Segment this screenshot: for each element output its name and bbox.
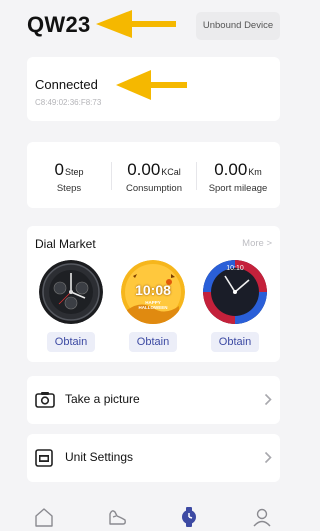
dark-dial-image — [39, 260, 103, 324]
bottom-tab-bar — [0, 500, 284, 531]
stat-unit: Km — [248, 167, 262, 177]
connection-status: Connected — [35, 77, 98, 92]
stat-consumption: 0.00KCal Consumption — [112, 160, 196, 194]
header: QW23 Unbound Device — [0, 0, 284, 48]
stats-card: 0Step Steps 0.00KCal Consumption 0.00Km … — [27, 142, 280, 208]
chevron-right-icon — [264, 451, 272, 464]
obtain-button[interactable]: Obtain — [47, 332, 95, 352]
stat-value: 0.00 — [214, 160, 248, 179]
connection-card: Connected C8:49:02:36:F8:73 — [27, 57, 280, 121]
unit-settings-icon — [35, 449, 53, 467]
home-icon[interactable] — [33, 506, 55, 528]
dial-time: 10:10 — [226, 265, 244, 272]
stat-label: Consumption — [126, 183, 182, 194]
dial-preview-red-blue[interactable]: 10:10 — [203, 260, 267, 324]
dial-preview-halloween[interactable]: 10:08 HAPPY HALLOWEEN — [121, 260, 185, 324]
dial-market-title: Dial Market — [35, 237, 96, 251]
dial-market-card: Dial Market More > 10:08 HAPPY HALLOWEEN — [27, 226, 280, 362]
obtain-button[interactable]: Obtain — [211, 332, 259, 352]
shoe-icon[interactable] — [106, 506, 128, 528]
stat-unit: Step — [64, 167, 84, 177]
take-picture-label: Take a picture — [65, 392, 140, 406]
dial-time: 10:08 — [135, 282, 171, 298]
dial-preview-dark-sport[interactable] — [39, 260, 103, 324]
stat-steps: 0Step Steps — [27, 160, 111, 194]
camera-icon — [35, 392, 55, 408]
chevron-right-icon — [264, 393, 272, 406]
stat-sport-mileage: 0.00Km Sport mileage — [196, 160, 280, 194]
arrow-annotation-icon — [116, 70, 187, 100]
arrow-annotation-icon — [96, 10, 176, 38]
stat-label: Steps — [56, 183, 82, 194]
obtain-button[interactable]: Obtain — [129, 332, 177, 352]
more-link[interactable]: More > — [242, 238, 272, 249]
mac-address: C8:49:02:36:F8:73 — [35, 98, 102, 107]
stat-label: Sport mileage — [208, 183, 268, 194]
unit-settings-label: Unit Settings — [65, 450, 134, 464]
profile-icon[interactable] — [251, 506, 273, 528]
dial-caption: HAPPY HALLOWEEN — [138, 300, 168, 310]
unit-settings-row[interactable]: Unit Settings — [27, 434, 280, 482]
stat-unit: KCal — [161, 167, 181, 177]
device-name: QW23 — [27, 12, 91, 37]
unbound-device-button[interactable]: Unbound Device — [196, 12, 280, 40]
watch-icon[interactable] — [178, 506, 200, 528]
stat-value: 0 — [54, 160, 64, 179]
take-picture-row[interactable]: Take a picture — [27, 376, 280, 424]
stat-value: 0.00 — [127, 160, 161, 179]
